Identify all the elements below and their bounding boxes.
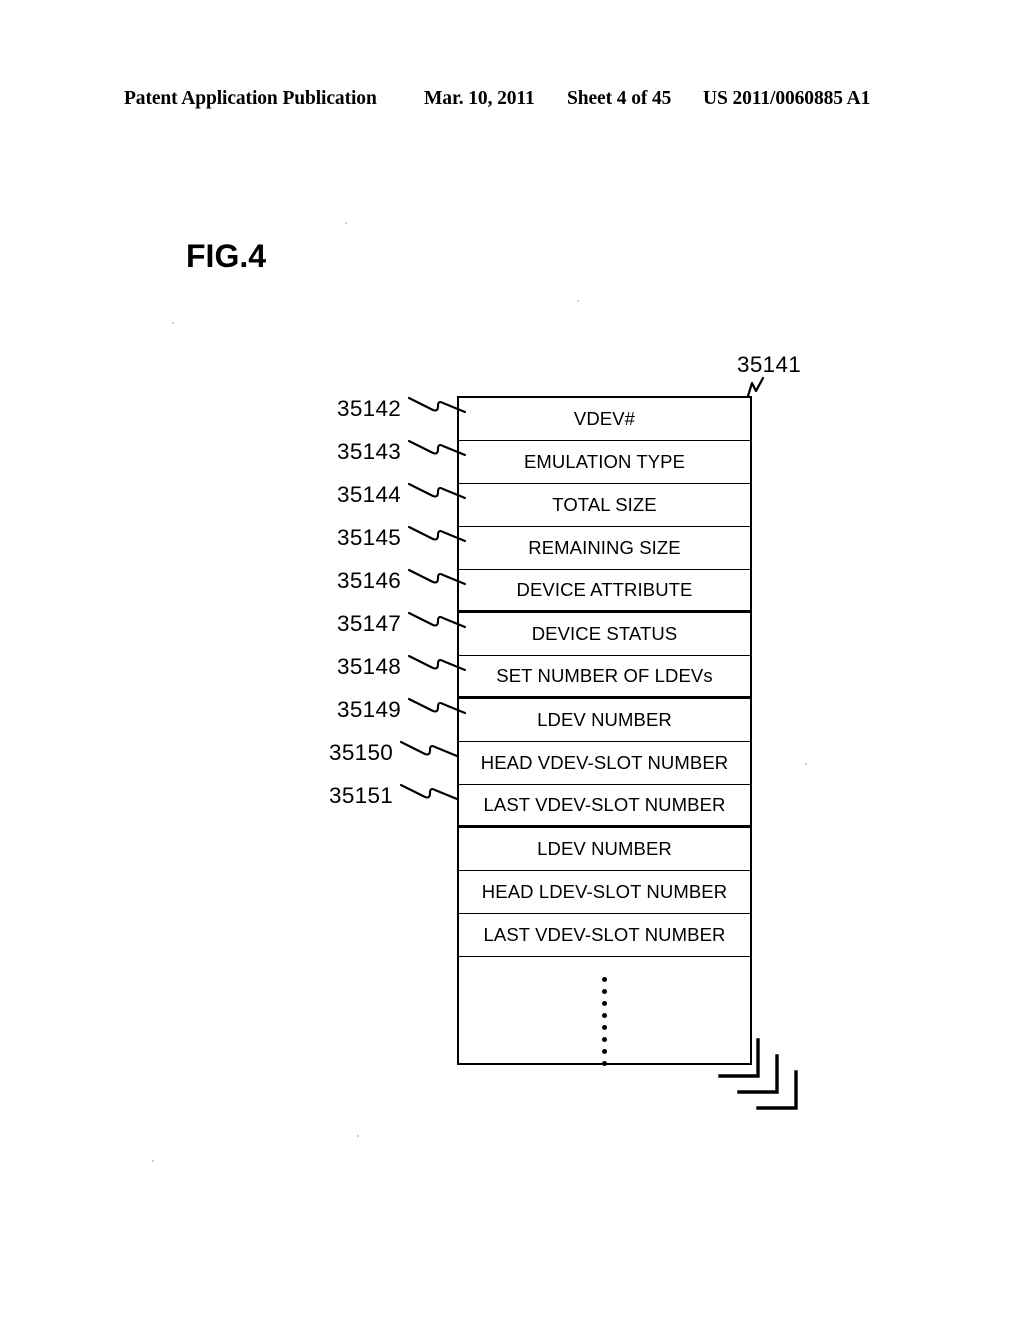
row-label: LDEV NUMBER: [537, 837, 672, 859]
row-label: LAST VDEV-SLOT NUMBER: [483, 923, 726, 945]
ellipsis-dot: [602, 1037, 607, 1042]
table-row: DEVICE ATTRIBUTE: [459, 570, 750, 613]
reference-number: 35146: [337, 568, 402, 593]
leader-line-icon: [407, 693, 467, 728]
leader-line-icon: [407, 478, 467, 513]
reference-number: 35151: [329, 783, 394, 808]
reference-number: 35149: [337, 697, 402, 722]
header-publication: Patent Application Publication: [124, 88, 377, 109]
leader-line-icon: [407, 435, 467, 470]
table-row: HEAD VDEV-SLOT NUMBER: [459, 742, 750, 785]
leader-line-icon: [399, 736, 459, 771]
page-header: Patent Application Publication Mar. 10, …: [0, 88, 1024, 116]
scan-speck: [577, 300, 579, 302]
vertical-ellipsis-icon: [602, 977, 607, 1066]
leader-line-icon: [399, 779, 459, 814]
ellipsis-dot: [602, 1061, 607, 1066]
callout-35149: 35149: [337, 697, 467, 723]
table-row: EMULATION TYPE: [459, 441, 750, 484]
scan-speck: [357, 1135, 359, 1137]
row-label: DEVICE ATTRIBUTE: [516, 578, 693, 600]
row-label: SET NUMBER OF LDEVs: [496, 664, 713, 686]
reference-number: 35147: [337, 611, 402, 636]
leader-line-icon: [407, 607, 467, 642]
callout-35145: 35145: [337, 525, 467, 551]
table-row: VDEV#: [459, 398, 750, 441]
ellipsis-dot: [602, 989, 607, 994]
ellipsis-dot: [602, 1013, 607, 1018]
header-date: Mar. 10, 2011: [424, 88, 535, 109]
leader-line-icon: [407, 564, 467, 599]
table-row: LDEV NUMBER: [459, 699, 750, 742]
vdev-management-table: VDEV# EMULATION TYPE TOTAL SIZE REMAININ…: [457, 396, 752, 1066]
ellipsis-dot: [602, 1001, 607, 1006]
callout-35151: 35151: [329, 783, 459, 809]
scan-speck: [152, 1160, 154, 1162]
callout-35146: 35146: [337, 568, 467, 594]
table-row: LAST VDEV-SLOT NUMBER: [459, 785, 750, 828]
reference-number: 35142: [337, 396, 402, 421]
reference-label-35141: 35141: [737, 352, 802, 377]
table-ellipsis-row: [459, 957, 750, 1086]
table-row: SET NUMBER OF LDEVs: [459, 656, 750, 699]
reference-number: 35148: [337, 654, 402, 679]
table-row: TOTAL SIZE: [459, 484, 750, 527]
scan-speck: [345, 222, 347, 224]
ellipsis-dot: [602, 1049, 607, 1054]
row-label: VDEV#: [573, 407, 636, 429]
reference-number: 35144: [337, 482, 402, 507]
table-row: HEAD LDEV-SLOT NUMBER: [459, 871, 750, 914]
row-label: HEAD VDEV-SLOT NUMBER: [480, 751, 729, 773]
scan-speck: [172, 322, 174, 324]
row-label: HEAD LDEV-SLOT NUMBER: [481, 880, 728, 902]
ellipsis-dot: [602, 977, 607, 982]
reference-number: 35143: [337, 439, 402, 464]
figure-title: FIG.4: [186, 238, 267, 274]
header-sheet-number: Sheet 4 of 45: [567, 88, 672, 109]
callout-35143: 35143: [337, 439, 467, 465]
table-row: LAST VDEV-SLOT NUMBER: [459, 914, 750, 957]
row-label: EMULATION TYPE: [523, 450, 686, 472]
row-label: LDEV NUMBER: [537, 708, 672, 730]
table-row: REMAINING SIZE: [459, 527, 750, 570]
callout-35148: 35148: [337, 654, 467, 680]
stacked-records-corner-marks: [716, 1038, 816, 1133]
row-label: DEVICE STATUS: [531, 622, 678, 644]
table-row: DEVICE STATUS: [459, 613, 750, 656]
callout-35142: 35142: [337, 396, 467, 422]
reference-number: 35150: [329, 740, 394, 765]
row-label: REMAINING SIZE: [528, 536, 681, 558]
scan-speck: [805, 763, 807, 765]
header-patent-number: US 2011/0060885 A1: [703, 88, 871, 109]
callout-35144: 35144: [337, 482, 467, 508]
row-label: LAST VDEV-SLOT NUMBER: [483, 793, 726, 815]
callout-35147: 35147: [337, 611, 467, 637]
ellipsis-dot: [602, 1025, 607, 1030]
leader-line-icon: [407, 521, 467, 556]
leader-line-icon: [407, 392, 467, 427]
row-label: TOTAL SIZE: [552, 493, 657, 515]
callout-35150: 35150: [329, 740, 459, 766]
leader-line-icon: [407, 650, 467, 685]
reference-number: 35145: [337, 525, 402, 550]
table-row: LDEV NUMBER: [459, 828, 750, 871]
